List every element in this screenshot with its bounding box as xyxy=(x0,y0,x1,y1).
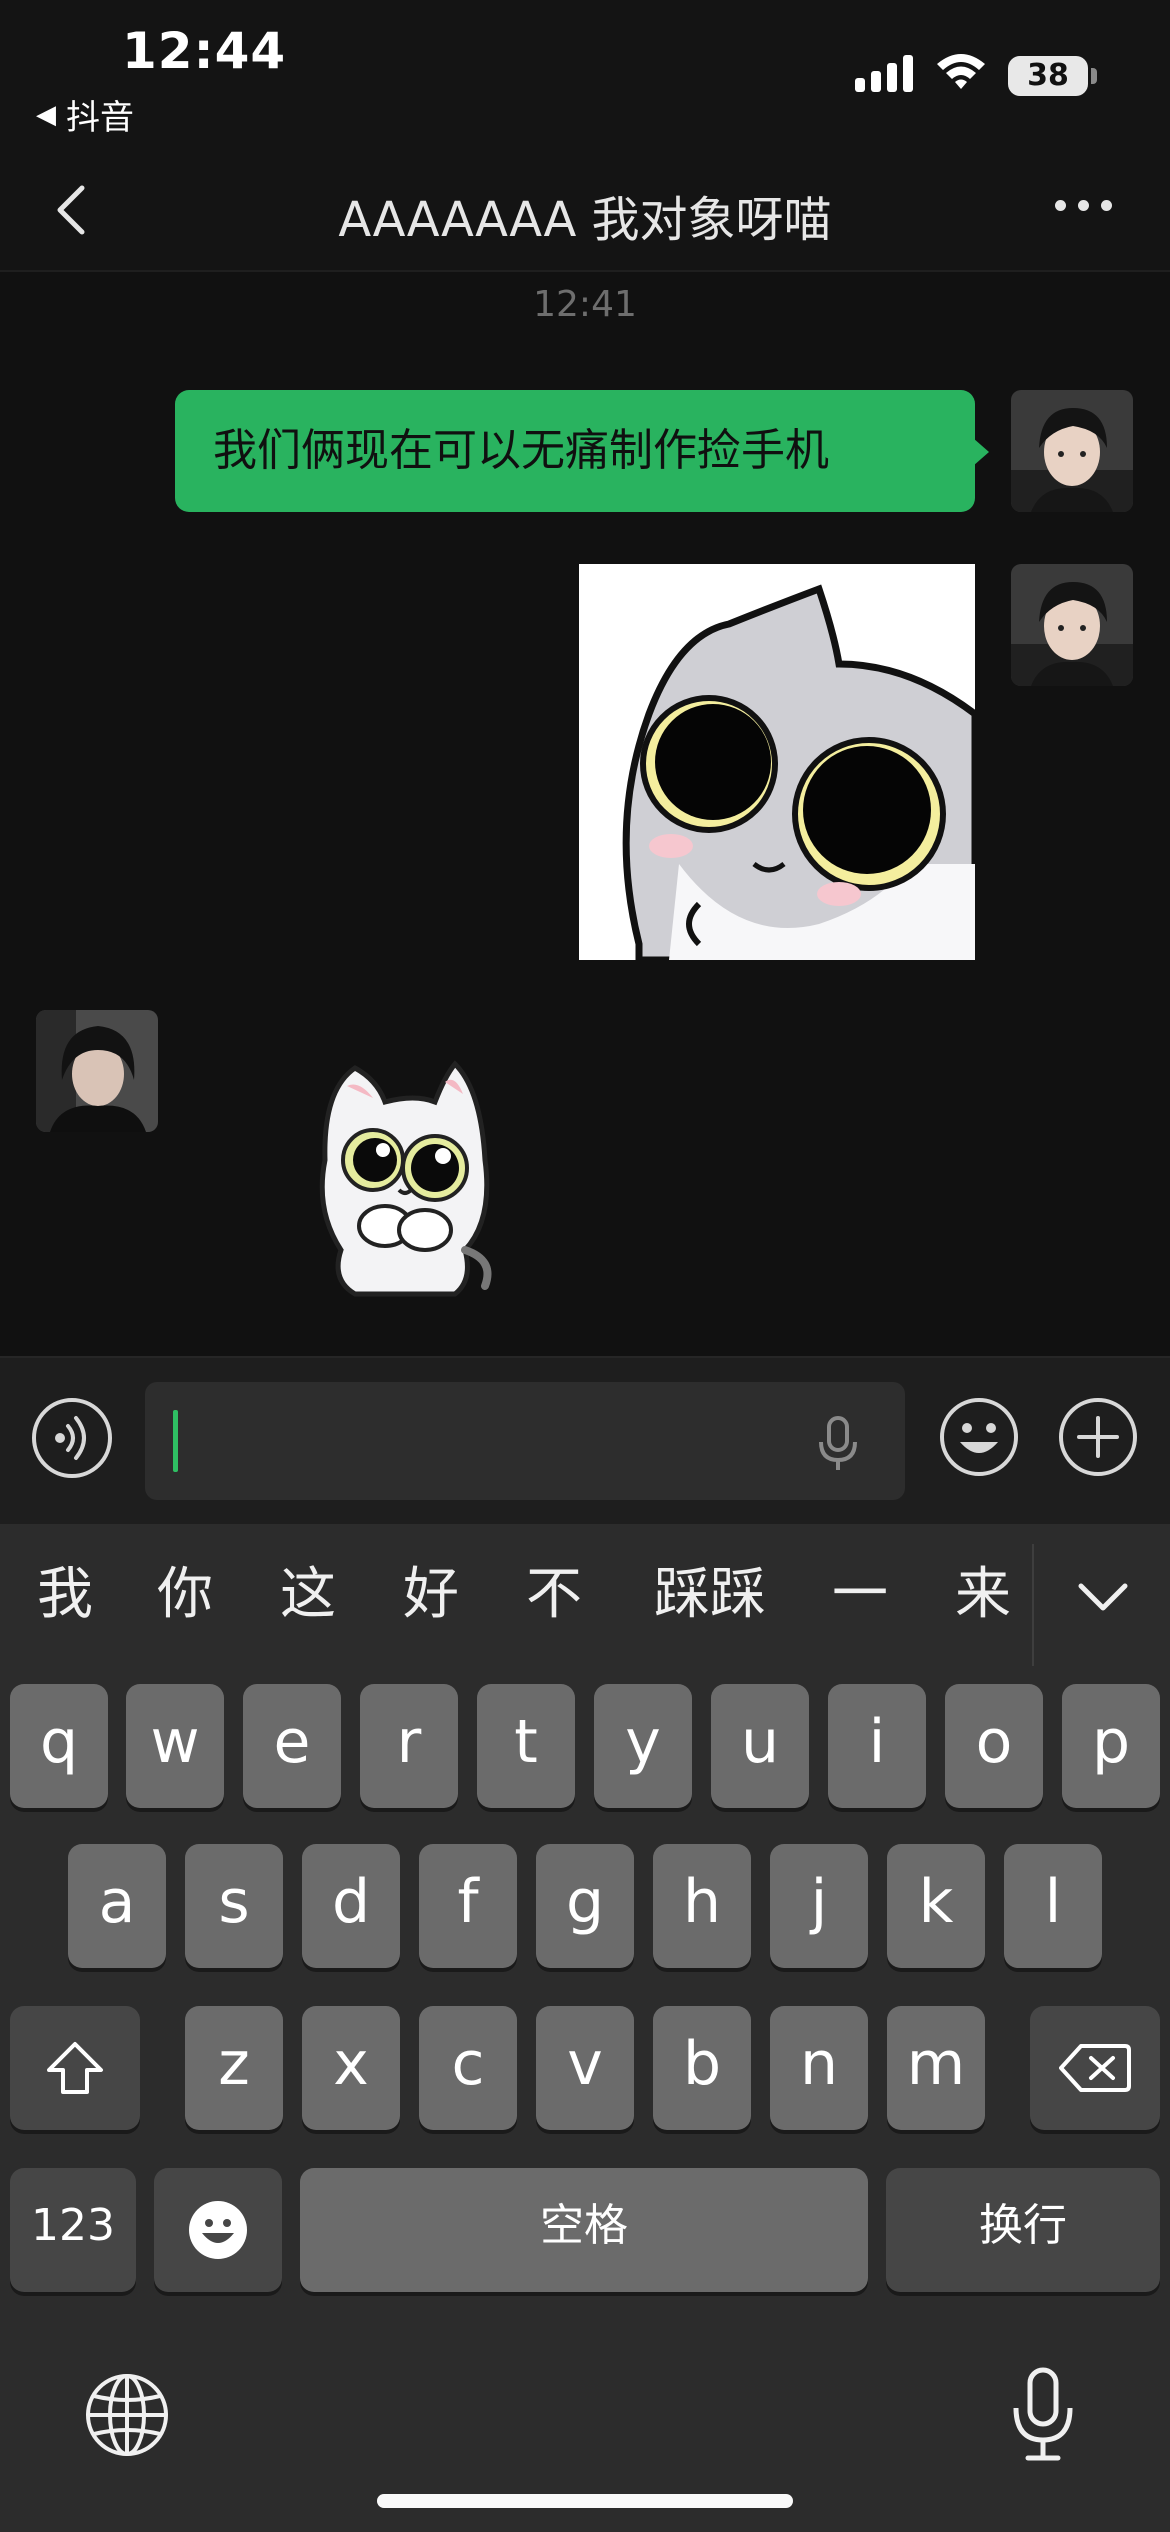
bubble-tail xyxy=(973,438,989,466)
emoji-key[interactable] xyxy=(154,2168,282,2292)
candidate-word[interactable]: 这 xyxy=(273,1560,343,1630)
status-bar: 12:44 ◀ 抖音 38 xyxy=(0,0,1170,150)
battery-cap xyxy=(1091,68,1097,84)
key-w[interactable]: w xyxy=(126,1684,224,1808)
key-p[interactable]: p xyxy=(1062,1684,1160,1808)
key-l[interactable]: l xyxy=(1004,1844,1102,1968)
cat-pleading-sticker[interactable] xyxy=(285,1050,515,1300)
key-d[interactable]: d xyxy=(302,1844,400,1968)
chat-header: AAAAAAA 我对象呀喵 xyxy=(0,150,1170,272)
message-input[interactable] xyxy=(145,1382,905,1500)
key-u[interactable]: u xyxy=(711,1684,809,1808)
key-o[interactable]: o xyxy=(945,1684,1043,1808)
candidate-word[interactable]: 踩踩 xyxy=(640,1560,780,1630)
more-options-icon[interactable] xyxy=(1055,200,1112,211)
dictation-mic-icon[interactable] xyxy=(1008,2364,1078,2464)
cellular-signal-icon xyxy=(855,52,913,92)
space-key[interactable]: 空格 xyxy=(300,2168,868,2292)
key-f[interactable]: f xyxy=(419,1844,517,1968)
chat-title: AAAAAAA 我对象呀喵 xyxy=(338,192,832,248)
candidate-word[interactable]: 不 xyxy=(519,1560,589,1630)
key-t[interactable]: t xyxy=(477,1684,575,1808)
keyboard: 我 你 这 好 不 踩踩 一 来 q w e r t y u i o p a s… xyxy=(0,1524,1170,2532)
backspace-icon xyxy=(1059,2044,1131,2092)
message-input-bar xyxy=(0,1356,1170,1524)
back-triangle-icon: ◀ xyxy=(36,99,56,130)
cat-staring-sticker[interactable] xyxy=(579,564,975,960)
candidate-word[interactable]: 一 xyxy=(825,1560,895,1630)
candidate-word[interactable]: 来 xyxy=(948,1560,1018,1630)
text-caret xyxy=(173,1410,178,1472)
mic-icon[interactable] xyxy=(813,1414,863,1474)
return-key[interactable]: 换行 xyxy=(886,2168,1160,2292)
shift-icon xyxy=(47,2042,103,2094)
shift-key[interactable] xyxy=(10,2006,140,2130)
back-app-label: 抖音 xyxy=(66,98,134,138)
key-c[interactable]: c xyxy=(419,2006,517,2130)
candidate-word[interactable]: 你 xyxy=(150,1560,220,1630)
delete-key[interactable] xyxy=(1030,2006,1160,2130)
home-indicator[interactable] xyxy=(377,2494,793,2508)
avatar-self[interactable] xyxy=(1011,564,1133,686)
globe-icon[interactable] xyxy=(82,2370,172,2460)
key-g[interactable]: g xyxy=(536,1844,634,1968)
key-s[interactable]: s xyxy=(185,1844,283,1968)
numbers-key[interactable]: 123 xyxy=(10,2168,136,2292)
wifi-icon xyxy=(937,54,985,89)
key-e[interactable]: e xyxy=(243,1684,341,1808)
back-to-app-link[interactable]: ◀ 抖音 xyxy=(36,90,134,139)
key-r[interactable]: r xyxy=(360,1684,458,1808)
key-b[interactable]: b xyxy=(653,2006,751,2130)
key-v[interactable]: v xyxy=(536,2006,634,2130)
candidate-bar: 我 你 这 好 不 踩踩 一 来 xyxy=(0,1524,1170,1666)
candidate-divider xyxy=(1032,1544,1034,1666)
message-list[interactable]: 12:41 我们俩现在可以无痛制作捡手机 xyxy=(0,272,1170,1356)
key-m[interactable]: m xyxy=(887,2006,985,2130)
chevron-down-icon[interactable] xyxy=(1075,1576,1131,1616)
status-time: 12:44 xyxy=(122,22,287,80)
voice-icon[interactable] xyxy=(32,1398,112,1478)
key-h[interactable]: h xyxy=(653,1844,751,1968)
key-z[interactable]: z xyxy=(185,2006,283,2130)
key-a[interactable]: a xyxy=(68,1844,166,1968)
candidate-word[interactable]: 我 xyxy=(30,1560,100,1630)
plus-icon[interactable] xyxy=(1057,1396,1139,1478)
battery-icon: 38 xyxy=(1008,56,1088,96)
message-bubble-outgoing[interactable]: 我们俩现在可以无痛制作捡手机 xyxy=(175,390,975,512)
key-y[interactable]: y xyxy=(594,1684,692,1808)
candidate-word[interactable]: 好 xyxy=(396,1560,466,1630)
emoji-icon xyxy=(189,2201,247,2259)
key-q[interactable]: q xyxy=(10,1684,108,1808)
key-j[interactable]: j xyxy=(770,1844,868,1968)
avatar-self[interactable] xyxy=(1011,390,1133,512)
key-i[interactable]: i xyxy=(828,1684,926,1808)
emoji-icon[interactable] xyxy=(938,1396,1020,1478)
key-n[interactable]: n xyxy=(770,2006,868,2130)
key-k[interactable]: k xyxy=(887,1844,985,1968)
key-x[interactable]: x xyxy=(302,2006,400,2130)
avatar-contact[interactable] xyxy=(36,1010,158,1132)
message-timestamp: 12:41 xyxy=(533,284,637,325)
